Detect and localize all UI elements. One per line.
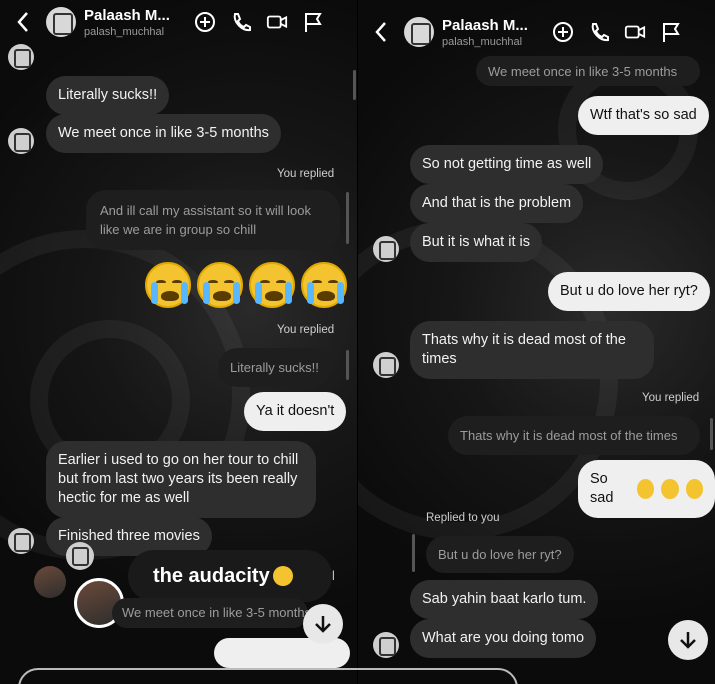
sender-avatar[interactable] xyxy=(8,528,34,554)
quoted-reply[interactable]: But u do love her ryt? xyxy=(426,536,574,573)
crying-emoji-icon[interactable] xyxy=(197,262,243,308)
quoted-reply[interactable]: We meet once in like 3-5 months xyxy=(476,56,700,86)
smiley-emoji-icon xyxy=(272,566,293,586)
scroll-down-button[interactable] xyxy=(303,604,343,644)
reply-label: Replied to you xyxy=(426,512,500,524)
quote-bar xyxy=(346,192,349,244)
sender-avatar[interactable] xyxy=(66,542,94,570)
flag-icon[interactable] xyxy=(302,11,324,33)
caption-cursor: | xyxy=(332,570,335,581)
arrow-down-icon xyxy=(315,616,331,633)
message-bubble-incoming[interactable]: Earlier i used to go on her tour to chil… xyxy=(46,441,316,518)
back-chevron-icon[interactable] xyxy=(10,9,36,35)
sticker-plus-icon[interactable] xyxy=(552,21,574,43)
back-chevron-icon[interactable] xyxy=(368,19,394,45)
video-camera-icon[interactable] xyxy=(624,21,646,43)
message-bubble-outgoing[interactable]: Ya it doesn't xyxy=(244,392,347,431)
contact-info[interactable]: Palaash M... palash_muchhal xyxy=(84,7,184,38)
message-bubble-outgoing[interactable]: But u do love her ryt? xyxy=(548,272,710,311)
message-bubble-incoming[interactable]: Literally sucks!! xyxy=(46,76,170,115)
header-actions xyxy=(552,21,682,43)
sender-avatar[interactable] xyxy=(8,128,34,154)
reply-label: You replied xyxy=(277,324,335,336)
message-bubble-incoming[interactable]: But it is what it is xyxy=(410,223,542,262)
crying-emoji-icon xyxy=(661,479,679,499)
message-text: So sad xyxy=(590,471,614,506)
quoted-reply[interactable]: Literally sucks!! xyxy=(218,348,331,387)
crying-emoji-icon xyxy=(636,479,654,499)
message-bubble-incoming[interactable]: Sab yahin baat karlo tum. xyxy=(410,580,599,619)
profile-photo-small[interactable] xyxy=(34,566,66,598)
left-chat-panel: Palaash M... palash_muchhal Literally su… xyxy=(0,0,357,684)
sticker-plus-icon[interactable] xyxy=(194,11,216,33)
right-chat-panel: Palaash M... palash_muchhal We meet once… xyxy=(358,0,715,684)
header-actions xyxy=(194,11,324,33)
chat-header: Palaash M... palash_muchhal xyxy=(358,10,715,54)
message-bubble-incoming[interactable]: And that is the problem xyxy=(410,184,584,223)
contact-name: Palaash M... xyxy=(84,6,170,24)
sender-avatar[interactable] xyxy=(373,632,399,658)
floating-caption[interactable]: the audacity xyxy=(128,550,332,602)
quote-bar xyxy=(346,350,349,380)
message-bubble-outgoing[interactable]: So sad xyxy=(578,460,715,518)
crying-emoji-icon[interactable] xyxy=(145,262,191,308)
quoted-reply[interactable]: We meet once in like 3-5 months xyxy=(112,598,308,628)
arrow-down-icon xyxy=(680,632,696,649)
message-bubble-incoming[interactable]: We meet once in like 3-5 months xyxy=(46,114,281,153)
flag-icon[interactable] xyxy=(660,21,682,43)
quoted-reply[interactable]: Thats why it is dead most of the times xyxy=(448,416,700,455)
scrollbar[interactable] xyxy=(353,70,356,100)
contact-name: Palaash M... xyxy=(442,16,528,34)
contact-username: palash_muchhal xyxy=(442,35,523,48)
phone-icon[interactable] xyxy=(588,21,610,43)
reply-label: You replied xyxy=(642,392,700,404)
quoted-reply[interactable]: And ill call my assistant so it will loo… xyxy=(86,190,340,250)
crying-emoji-icon xyxy=(685,479,703,499)
sender-avatar[interactable] xyxy=(373,236,399,262)
avatar-icon[interactable] xyxy=(46,7,76,37)
phone-icon[interactable] xyxy=(230,11,252,33)
contact-username: palash_muchhal xyxy=(84,25,165,38)
quote-bar xyxy=(412,534,415,572)
crying-emoji-icon[interactable] xyxy=(249,262,295,308)
message-bubble-outgoing[interactable]: Wtf that's so sad xyxy=(578,96,709,135)
message-bubble-incoming[interactable]: What are you doing tomo xyxy=(410,619,597,658)
chat-header: Palaash M... palash_muchhal xyxy=(0,0,357,44)
floating-caption-text: the audacity xyxy=(153,564,270,587)
sender-avatar[interactable] xyxy=(8,44,34,70)
message-composer-edge[interactable] xyxy=(18,668,518,684)
video-camera-icon[interactable] xyxy=(266,11,288,33)
contact-info[interactable]: Palaash M... palash_muchhal xyxy=(442,17,542,48)
scroll-down-button[interactable] xyxy=(668,620,708,660)
avatar-icon[interactable] xyxy=(404,17,434,47)
sender-avatar[interactable] xyxy=(373,352,399,378)
quote-bar xyxy=(710,418,713,450)
crying-emoji-icon[interactable] xyxy=(301,262,347,308)
reply-label: You replied xyxy=(277,168,335,180)
message-bubble-incoming[interactable]: Thats why it is dead most of the times xyxy=(410,321,654,379)
message-bubble-incoming[interactable]: So not getting time as well xyxy=(410,145,604,184)
